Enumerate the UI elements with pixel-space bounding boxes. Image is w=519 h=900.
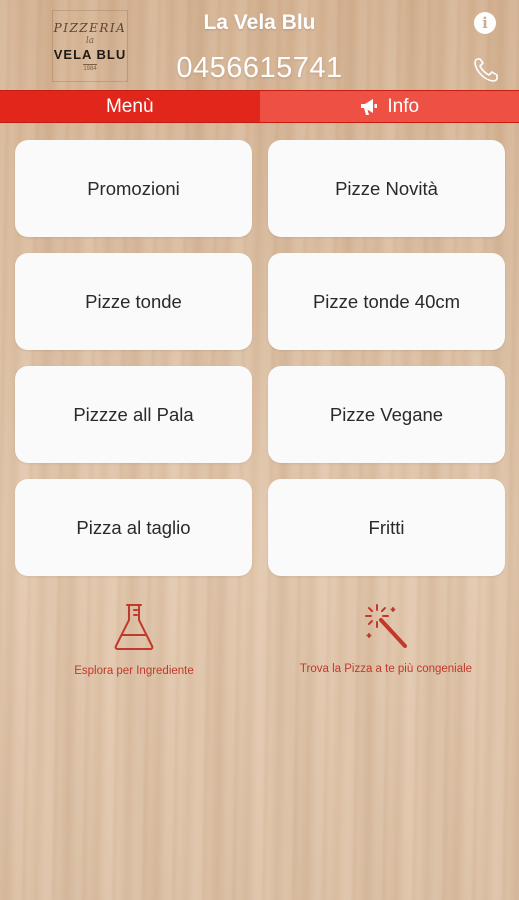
find-your-pizza-button[interactable]: Trova la Pizza a te più congeniale [266, 602, 506, 675]
info-icon[interactable]: i [474, 12, 496, 34]
category-button-pizza-al-taglio[interactable]: Pizza al taglio [15, 479, 252, 576]
tool-label: Trova la Pizza a te più congeniale [299, 663, 473, 675]
app-title: La Vela Blu [203, 11, 316, 34]
explore-by-ingredient-button[interactable]: Esplora per Ingrediente [14, 602, 254, 677]
category-label: Pizze Novità [335, 177, 438, 199]
category-label: Pizze tonde 40cm [312, 290, 461, 312]
tab-menu[interactable]: Menù [0, 91, 260, 122]
tab-info[interactable]: Info [259, 91, 519, 122]
category-button-pizze-novita[interactable]: Pizze Novità [268, 140, 505, 237]
tab-info-label: Info [387, 95, 420, 117]
logo-line-2: la [85, 35, 95, 46]
tab-bar: Menù Info [0, 90, 519, 123]
category-label: Pizze tonde [85, 290, 182, 312]
flask-icon [114, 604, 154, 650]
category-button-promozioni[interactable]: Promozioni [15, 140, 252, 237]
tab-menu-label: Menù [105, 95, 154, 117]
category-label: Pizze Vegane [329, 403, 444, 425]
category-label: Pizzze all Pala [73, 403, 194, 425]
category-button-pizze-tonde[interactable]: Pizze tonde [15, 253, 252, 350]
magic-wand-icon [365, 604, 407, 648]
category-button-fritti[interactable]: Fritti [268, 479, 505, 576]
category-button-pizze-all-pala[interactable]: Pizzze all Pala [15, 366, 252, 463]
megaphone-icon [361, 98, 378, 115]
phone-number[interactable]: 0456615741 [0, 52, 519, 85]
phone-icon[interactable] [472, 56, 502, 84]
category-label: Promozioni [87, 177, 180, 199]
category-label: Pizza al taglio [76, 516, 191, 538]
category-button-pizze-tonde-40cm[interactable]: Pizze tonde 40cm [268, 253, 505, 350]
category-label: Fritti [368, 516, 405, 538]
tool-label: Esplora per Ingrediente [74, 665, 194, 677]
category-button-pizze-vegane[interactable]: Pizze Vegane [268, 366, 505, 463]
